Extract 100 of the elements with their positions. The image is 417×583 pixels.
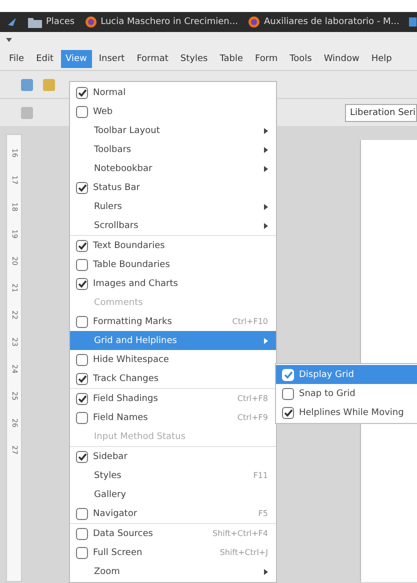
menu-item-label: Track Changes bbox=[93, 374, 160, 384]
menu-item-label: Status Bar bbox=[93, 182, 141, 192]
taskbar-item[interactable]: Places bbox=[46, 17, 75, 27]
menu-item-label: Input Method Status bbox=[94, 432, 186, 442]
taskbar-item[interactable]: Auxiliares de laboratorio - M... bbox=[264, 17, 400, 27]
menu-item-label: Table Boundaries bbox=[93, 260, 171, 270]
submenu-arrow-icon bbox=[264, 166, 268, 172]
menu-title[interactable]: Styles bbox=[175, 50, 213, 68]
checkbox[interactable] bbox=[76, 372, 88, 384]
checkbox[interactable] bbox=[76, 316, 88, 328]
shortcut: Shift+Ctrl+F4 bbox=[212, 529, 268, 538]
shortcut: Shift+Ctrl+J bbox=[220, 548, 268, 557]
menu-item-label: Hide Whitespace bbox=[93, 354, 170, 364]
menu-item-label: Navigator bbox=[93, 508, 138, 518]
menu-item[interactable]: Toolbars bbox=[70, 140, 276, 159]
menu-item-label: Notebookbar bbox=[94, 164, 154, 174]
menu-title[interactable]: Insert bbox=[94, 50, 130, 68]
submenu-arrow-icon bbox=[264, 338, 268, 344]
menu-item[interactable]: Toolbar Layout bbox=[70, 121, 276, 140]
menu-item-label: Sidebar bbox=[93, 452, 128, 462]
checkbox[interactable] bbox=[282, 388, 294, 400]
menu-item[interactable]: Scrollbars bbox=[70, 216, 276, 235]
checkbox[interactable] bbox=[76, 86, 88, 98]
checkbox[interactable] bbox=[76, 106, 88, 118]
menu-item-label: Formatting Marks bbox=[93, 316, 173, 326]
menu-title[interactable]: Form bbox=[250, 50, 283, 68]
menu-item-label: Display Grid bbox=[299, 370, 355, 380]
app-icon[interactable] bbox=[409, 16, 417, 28]
menu-item-label: Scrollbars bbox=[94, 220, 140, 230]
menu-title[interactable]: Help bbox=[366, 50, 397, 68]
menu-item-label: Field Shadings bbox=[93, 394, 159, 404]
menu-title[interactable]: Table bbox=[214, 50, 248, 68]
submenu-arrow-icon bbox=[264, 222, 268, 228]
menu-item-label: Images and Charts bbox=[93, 278, 179, 288]
menu-item-label: Toolbars bbox=[94, 144, 132, 154]
menu-item-label: Text Boundaries bbox=[93, 240, 166, 250]
submenu-arrow-icon bbox=[264, 568, 268, 574]
checkbox[interactable] bbox=[76, 528, 88, 540]
menu-item[interactable]: Helplines While Moving bbox=[276, 403, 417, 422]
menu-item[interactable]: Field Names Ctrl+F9 bbox=[70, 408, 276, 427]
checkbox[interactable] bbox=[76, 412, 88, 424]
menu-item[interactable]: Status Bar bbox=[70, 178, 276, 197]
menu-title[interactable]: Format bbox=[132, 50, 174, 68]
menu-item[interactable]: Normal bbox=[70, 83, 276, 102]
menu-item[interactable]: Field Shadings Ctrl+F8 bbox=[70, 389, 276, 408]
checkbox[interactable] bbox=[76, 546, 88, 558]
menu-item-label: Toolbar Layout bbox=[94, 126, 161, 136]
menu-item[interactable]: Hide Whitespace bbox=[70, 350, 276, 369]
browser-icon bbox=[248, 16, 260, 28]
menu-item[interactable]: Data Sources Shift+Ctrl+F4 bbox=[70, 524, 276, 543]
menu-title[interactable]: Tools bbox=[284, 50, 317, 68]
menu-item-label: Helplines While Moving bbox=[299, 408, 405, 418]
menu-item[interactable]: Notebookbar bbox=[70, 159, 276, 178]
shortcut: Ctrl+F9 bbox=[237, 413, 268, 422]
font-name-field[interactable]: Liberation Seri bbox=[345, 104, 417, 122]
menu-item[interactable]: Styles F11 bbox=[70, 466, 276, 485]
menu-item[interactable]: Formatting Marks Ctrl+F10 bbox=[70, 312, 276, 331]
checkbox[interactable] bbox=[76, 182, 88, 194]
menu-item-label: Zoom bbox=[94, 566, 121, 576]
menu-item-label: Data Sources bbox=[93, 528, 154, 538]
dropdown-arrow-icon[interactable] bbox=[6, 38, 12, 42]
menu-item-label: Comments bbox=[94, 298, 144, 308]
menu-item[interactable]: Text Boundaries bbox=[70, 236, 276, 255]
app-icon[interactable] bbox=[6, 16, 18, 28]
menu-item-label: Styles bbox=[94, 470, 122, 480]
menu-title[interactable]: Edit bbox=[31, 50, 58, 68]
menu-item[interactable]: Web bbox=[70, 102, 276, 121]
menu-item[interactable]: Navigator F5 bbox=[70, 504, 276, 523]
menu-title[interactable]: File bbox=[4, 50, 30, 68]
menu-item[interactable]: Gallery bbox=[70, 485, 276, 504]
shortcut: Ctrl+F8 bbox=[237, 394, 268, 403]
menu-item-label: Web bbox=[93, 106, 114, 116]
menu-item[interactable]: Sidebar bbox=[70, 447, 276, 466]
menu-item[interactable]: Track Changes bbox=[70, 369, 276, 388]
menu-item[interactable]: Images and Charts bbox=[70, 274, 276, 293]
checkbox[interactable] bbox=[76, 240, 88, 252]
menu-item-label: Normal bbox=[93, 88, 127, 98]
menu-item[interactable]: Snap to Grid bbox=[276, 384, 417, 403]
menu-item[interactable]: Table Boundaries bbox=[70, 255, 276, 274]
menu-item-label: Snap to Grid bbox=[299, 388, 356, 398]
menu-item-label: Full Screen bbox=[93, 548, 144, 558]
submenu-arrow-icon bbox=[264, 146, 268, 152]
menu-item-label: Gallery bbox=[94, 490, 128, 500]
checkbox[interactable] bbox=[76, 278, 88, 290]
checkbox[interactable] bbox=[76, 450, 88, 462]
checkbox[interactable] bbox=[76, 258, 88, 270]
menu-item-label: Field Names bbox=[93, 412, 149, 422]
menu-item-label: Rulers bbox=[94, 202, 123, 212]
menu-item[interactable]: Full Screen Shift+Ctrl+J bbox=[70, 543, 276, 562]
taskbar-item[interactable]: Lucia Maschero in Crecimien... bbox=[100, 17, 238, 27]
menu-item-label: Grid and Helplines bbox=[94, 336, 178, 346]
browser-icon bbox=[84, 16, 97, 28]
shortcut: Ctrl+F10 bbox=[232, 317, 268, 326]
checkbox[interactable] bbox=[76, 392, 88, 404]
checkbox[interactable] bbox=[282, 406, 294, 418]
menu-item[interactable]: Zoom bbox=[70, 562, 276, 581]
menu-title[interactable]: Window bbox=[318, 50, 364, 68]
menu-item[interactable]: Rulers bbox=[70, 197, 276, 216]
checkbox[interactable] bbox=[76, 508, 88, 520]
checkbox[interactable] bbox=[76, 354, 88, 366]
